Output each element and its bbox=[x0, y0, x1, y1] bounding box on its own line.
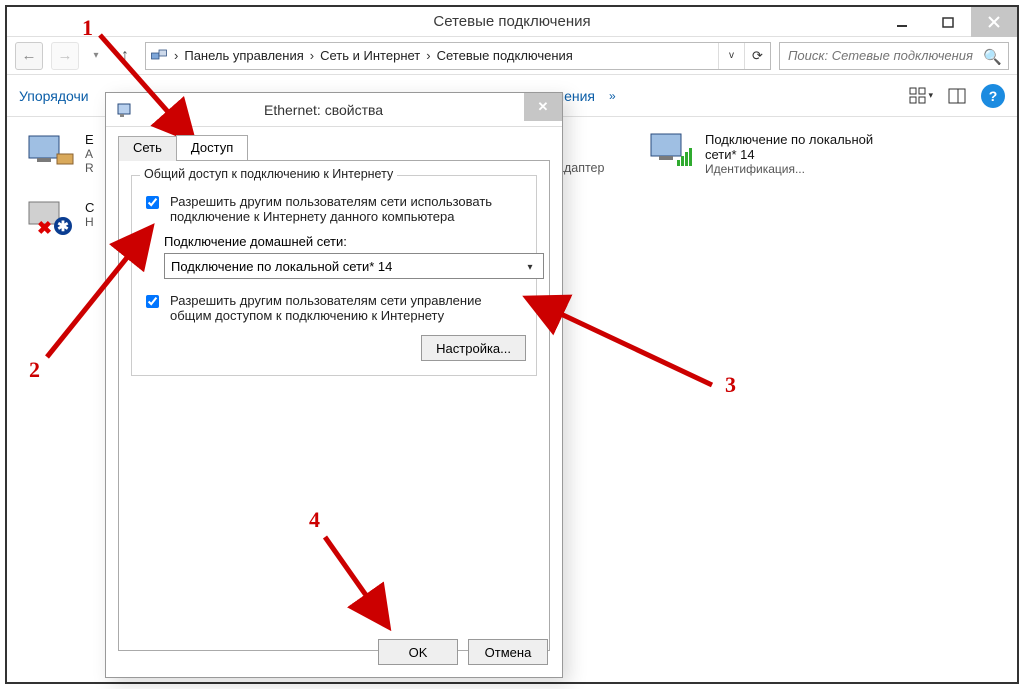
tiles-icon bbox=[909, 87, 926, 105]
home-network-label: Подключение домашней сети: bbox=[164, 234, 526, 249]
wifi-name-line2: сети* 14 bbox=[705, 147, 873, 162]
dialog-tabs: Сеть Доступ bbox=[118, 135, 550, 161]
tab-sharing[interactable]: Доступ bbox=[176, 135, 248, 160]
breadcrumb-item[interactable]: Сеть и Интернет bbox=[314, 48, 426, 63]
address-bar: ← → ▾ ↑ › Панель управления › Сеть и Инт… bbox=[7, 37, 1017, 75]
organize-menu[interactable]: Упорядочи bbox=[19, 88, 89, 104]
preview-pane-icon bbox=[948, 88, 966, 104]
explorer-window: Сетевые подключения ← → ▾ ↑ bbox=[5, 5, 1019, 684]
network-adapter-icon bbox=[27, 132, 75, 168]
annotation-number-3: 3 bbox=[725, 372, 736, 398]
label-fragment: А bbox=[85, 147, 94, 161]
chevron-down-icon: ▾ bbox=[928, 90, 933, 101]
label-fragment: С bbox=[85, 200, 94, 215]
window-title-bar: Сетевые подключения bbox=[7, 7, 1017, 37]
ics-fieldset: Общий доступ к подключению к Интернету Р… bbox=[131, 175, 537, 376]
close-button[interactable] bbox=[971, 7, 1017, 37]
help-button[interactable]: ? bbox=[981, 84, 1005, 108]
organize-label: Упорядочи bbox=[19, 88, 89, 104]
dialog-title: Ethernet: свойства bbox=[264, 102, 383, 118]
dialog-close-button[interactable]: ✕ bbox=[524, 93, 562, 121]
dialog-footer: OK Отмена bbox=[378, 639, 548, 665]
close-icon: ✕ bbox=[538, 99, 549, 115]
more-commands[interactable]: » bbox=[609, 89, 616, 103]
annotation-number-2: 2 bbox=[29, 357, 40, 383]
window-title: Сетевые подключения bbox=[433, 13, 590, 30]
allow-sharing-checkbox-row[interactable]: Разрешить другим пользователям сети испо… bbox=[142, 194, 526, 224]
arrow-up-icon: ↑ bbox=[121, 47, 129, 65]
search-input[interactable] bbox=[786, 47, 976, 64]
label-fragment: E bbox=[85, 132, 94, 147]
label-fragment: R bbox=[85, 161, 94, 175]
breadcrumb-item[interactable]: Панель управления bbox=[178, 48, 309, 63]
breadcrumb-item[interactable]: Сетевые подключения bbox=[431, 48, 579, 63]
network-item-wifi[interactable]: Подключение по локальной сети* 14 Иденти… bbox=[647, 132, 873, 176]
search-icon[interactable]: 🔍 bbox=[983, 48, 1002, 66]
home-network-combo[interactable]: Подключение по локальной сети* 14 ▾ bbox=[164, 253, 544, 279]
network-connections-icon bbox=[150, 47, 168, 65]
breadcrumb-box[interactable]: › Панель управления › Сеть и Интернет › … bbox=[145, 42, 771, 70]
svg-text:✱: ✱ bbox=[57, 218, 69, 234]
allow-control-label: Разрешить другим пользователям сети упра… bbox=[170, 293, 526, 323]
window-controls bbox=[879, 7, 1017, 37]
allow-control-checkbox[interactable] bbox=[146, 295, 159, 308]
tab-pane-sharing: Общий доступ к подключению к Интернету Р… bbox=[118, 161, 550, 651]
chevron-down-icon: ▾ bbox=[93, 50, 98, 61]
wifi-status: Идентификация... bbox=[705, 162, 873, 176]
ics-legend: Общий доступ к подключению к Интернету bbox=[140, 167, 397, 181]
close-icon bbox=[988, 16, 1000, 28]
breadcrumb-dropdown[interactable]: v bbox=[718, 43, 744, 69]
maximize-button[interactable] bbox=[925, 7, 971, 37]
dialog-title-bar[interactable]: Ethernet: свойства ✕ bbox=[106, 93, 562, 127]
search-box[interactable]: 🔍 bbox=[779, 42, 1009, 70]
allow-sharing-checkbox[interactable] bbox=[146, 196, 159, 209]
refresh-button[interactable]: ⟳ bbox=[744, 43, 770, 69]
forward-button[interactable]: → bbox=[51, 42, 79, 70]
wifi-name-line1: Подключение по локальной bbox=[705, 132, 873, 147]
minimize-icon bbox=[896, 16, 908, 28]
wifi-adapter-icon bbox=[647, 132, 695, 168]
cancel-button[interactable]: Отмена bbox=[468, 639, 548, 665]
up-button[interactable]: ↑ bbox=[113, 44, 137, 68]
chevron-down-icon: v bbox=[729, 50, 734, 61]
annotation-number-1: 1 bbox=[82, 15, 93, 41]
adapter-label-fragment: адаптер bbox=[557, 161, 604, 175]
arrow-right-icon: → bbox=[58, 47, 73, 64]
combo-value: Подключение по локальной сети* 14 bbox=[171, 259, 392, 274]
arrow-left-icon: ← bbox=[22, 47, 37, 64]
preview-pane-button[interactable] bbox=[945, 84, 969, 108]
view-tiles-button[interactable]: ▾ bbox=[909, 84, 933, 108]
allow-sharing-label: Разрешить другим пользователям сети испо… bbox=[170, 194, 526, 224]
nic-icon bbox=[116, 101, 134, 119]
ethernet-properties-dialog: Ethernet: свойства ✕ Сеть Доступ Общий д… bbox=[105, 92, 563, 678]
tab-network[interactable]: Сеть bbox=[118, 136, 177, 161]
back-button[interactable]: ← bbox=[15, 42, 43, 70]
maximize-icon bbox=[942, 16, 954, 28]
annotation-number-4: 4 bbox=[309, 507, 320, 533]
refresh-icon: ⟳ bbox=[752, 48, 763, 64]
recent-dropdown[interactable]: ▾ bbox=[87, 42, 105, 70]
settings-button[interactable]: Настройка... bbox=[421, 335, 526, 361]
label-fragment: Н bbox=[85, 215, 94, 229]
network-adapter-disabled-icon: ✱ ✖ bbox=[27, 200, 75, 236]
network-item-ethernet[interactable]: E А R bbox=[27, 132, 94, 175]
network-item-bluetooth[interactable]: ✱ ✖ С Н bbox=[27, 200, 94, 236]
help-icon: ? bbox=[989, 88, 998, 104]
allow-control-checkbox-row[interactable]: Разрешить другим пользователям сети упра… bbox=[142, 293, 526, 323]
chevron-down-icon: ▾ bbox=[521, 258, 539, 276]
minimize-button[interactable] bbox=[879, 7, 925, 37]
ok-button[interactable]: OK bbox=[378, 639, 458, 665]
svg-text:✖: ✖ bbox=[37, 218, 52, 236]
